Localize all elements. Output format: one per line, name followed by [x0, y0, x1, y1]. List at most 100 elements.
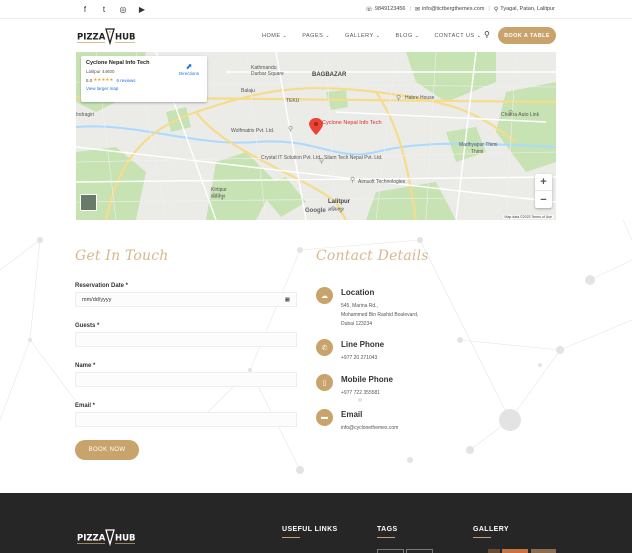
place-rating: 5.0 ★★★★★ 6 reviews [86, 77, 202, 83]
map-label: Balaju [241, 88, 255, 94]
location-line: Mohammed Bin Rashid Boulevard, [341, 312, 419, 318]
reservation-date-input[interactable]: mm/dd/yyyy ▦ [75, 292, 297, 307]
heading-underline [377, 537, 395, 538]
footer-logo[interactable]: PIZZA HUB [77, 526, 135, 547]
tag-chip[interactable] [406, 549, 433, 553]
view-larger-map-link[interactable]: View larger map [86, 86, 202, 91]
nav-blog[interactable]: BLOG ⌄ [395, 33, 419, 39]
zoom-out-button[interactable]: − [535, 191, 552, 208]
google-logo: Google [305, 208, 326, 214]
gallery-thumbnail[interactable] [502, 549, 528, 553]
divider: | [409, 6, 411, 12]
form-heading: Get In Touch [75, 248, 169, 264]
email-value[interactable]: info@cyclonethemes.com [341, 424, 398, 433]
email-input[interactable] [75, 412, 297, 427]
tag-chip[interactable] [377, 549, 404, 553]
map-label: Silam Tech Nepal Pvt. Ltd. [324, 155, 383, 161]
main-nav: HOME ⌄ PAGES ⌄ GALLERY ⌄ BLOG ⌄ CONTACT US ⌄ [262, 19, 496, 53]
map-label: ललितपुर [328, 207, 344, 213]
nav-pages[interactable]: PAGES ⌄ [302, 33, 330, 39]
nav-contact-us[interactable]: CONTACT US ⌄ [434, 33, 481, 39]
top-email[interactable]: info@tictbergthemes.com [422, 6, 484, 12]
chevron-down-icon: ⌄ [375, 33, 381, 39]
name-label: Name * [75, 363, 96, 369]
phone-icon: ✆ [316, 339, 333, 356]
email-label: Email * [75, 403, 96, 409]
site-header: PIZZA HUB HOME ⌄ PAGES ⌄ GALLERY ⌄ BLOG ⌄ CO… [0, 18, 632, 52]
mobile-icon: ▯ [316, 374, 333, 391]
place-pin-icon[interactable]: ⚲ [508, 109, 513, 117]
reservation-form: Get In Touch Reservation Date * mm/dd/yy… [75, 248, 297, 460]
gallery-thumbnail[interactable] [488, 549, 500, 553]
gallery-column: GALLERY [473, 526, 509, 538]
map-label: Thimi [471, 149, 484, 155]
calendar-icon[interactable]: ▦ [285, 297, 290, 303]
youtube-icon[interactable]: ▶ [133, 0, 151, 18]
gallery-thumbnail[interactable] [531, 549, 556, 553]
chat-icon: ▬ [316, 409, 333, 426]
line-phone-value[interactable]: +977 20 271043 [341, 354, 384, 363]
map-place-card: Cyclone Nepal Info Tech Lalitpur 44600 5… [81, 56, 207, 102]
date-placeholder: mm/dd/yyyy [82, 296, 112, 303]
pin-label: Cyclone Nepal Info Tech [322, 120, 382, 126]
nav-home[interactable]: HOME ⌄ [262, 33, 287, 39]
guests-label: Guests * [75, 323, 100, 329]
map-attribution[interactable]: Map data ©2023 Terms of Use [502, 215, 554, 219]
map-label: TEKU [286, 98, 300, 104]
map-zoom-control: + − [535, 174, 552, 208]
heading-underline [282, 537, 300, 538]
location-title: Location [341, 288, 375, 297]
tags-heading: TAGS [377, 526, 398, 533]
map-label: Durbar Square [251, 71, 284, 77]
zoom-in-button[interactable]: + [535, 174, 552, 191]
top-contact-info: ☏ 9849123456 | ✉ info@tictbergthemes.com |… [365, 0, 555, 18]
name-input[interactable] [75, 372, 297, 387]
useful-links-column: USEFUL LINKS [282, 526, 338, 538]
reviews-link[interactable]: 6 reviews [116, 78, 135, 83]
chevron-down-icon: ⌄ [282, 33, 288, 39]
line-phone-block: ✆ Line Phone +977 20 271043 [316, 339, 384, 363]
directions-label: Directions [178, 71, 199, 76]
twitter-icon[interactable]: t [95, 0, 113, 18]
pizza-hub-logo[interactable]: PIZZA HUB [77, 25, 135, 46]
book-now-button[interactable]: BOOK NOW [75, 440, 139, 460]
map-label: Madhyapur Thimi [459, 142, 498, 148]
satellite-toggle[interactable] [80, 194, 97, 211]
star-icons: ★★★★★ [93, 77, 114, 82]
facebook-icon[interactable]: f [76, 0, 94, 18]
tags-column: TAGS [377, 526, 398, 538]
instagram-icon[interactable]: ◎ [114, 0, 132, 18]
contact-heading: Contact Details [316, 248, 429, 264]
map-label: Crystal IT Solution Pvt. Ltd. [261, 155, 322, 161]
site-footer: PIZZA HUB USEFUL LINKS TAGS GALLERY [0, 493, 632, 553]
location-pin-icon: ⚲ [493, 6, 499, 13]
chevron-down-icon: ⌄ [325, 33, 330, 39]
place-pin-icon[interactable]: ⚲ [288, 125, 293, 133]
map-label: Wolfmatrix Pvt. Ltd. [231, 128, 275, 134]
place-pin-icon[interactable]: ⚲ [319, 157, 324, 165]
map-label: Chakra Auto Link [501, 112, 540, 118]
google-map[interactable]: Kathmandu Durbar Square BAGBAZAR Balaju … [76, 52, 556, 220]
contact-details: Contact Details ☁ Location 545, Marina R… [316, 248, 556, 431]
mobile-phone-value[interactable]: +977 722 355581 [341, 389, 393, 398]
map-label: Lalitpur [328, 199, 350, 205]
svg-text:PIZZA: PIZZA [77, 33, 106, 43]
directions-button[interactable]: ⬈ Directions [177, 62, 201, 76]
place-pin-icon[interactable]: ⚲ [396, 94, 401, 102]
directions-icon: ⬈ [185, 62, 193, 71]
nav-gallery[interactable]: GALLERY ⌄ [345, 33, 380, 39]
mobile-phone-title: Mobile Phone [341, 375, 393, 384]
search-icon[interactable]: ⚲ [484, 30, 490, 39]
email-block: ▬ Email info@cyclonethemes.com [316, 409, 398, 433]
book-a-table-button[interactable]: BOOK A TABLE [498, 27, 556, 44]
map-label: BAGBAZAR [312, 72, 347, 78]
location-block: ☁ Location 545, Marina Rd., Mohammed Bin… [316, 287, 418, 329]
heading-underline [473, 537, 491, 538]
gallery-heading: GALLERY [473, 526, 509, 533]
place-pin-icon[interactable]: ⚲ [350, 176, 355, 184]
guests-input[interactable] [75, 332, 297, 347]
top-bar: f t ◎ ▶ ☏ 9849123456 | ✉ info@tictbergthem… [0, 0, 632, 18]
mobile-phone-block: ▯ Mobile Phone +977 722 355581 [316, 374, 393, 398]
top-phone[interactable]: 9849123456 [375, 6, 406, 12]
svg-text:HUB: HUB [115, 534, 135, 544]
